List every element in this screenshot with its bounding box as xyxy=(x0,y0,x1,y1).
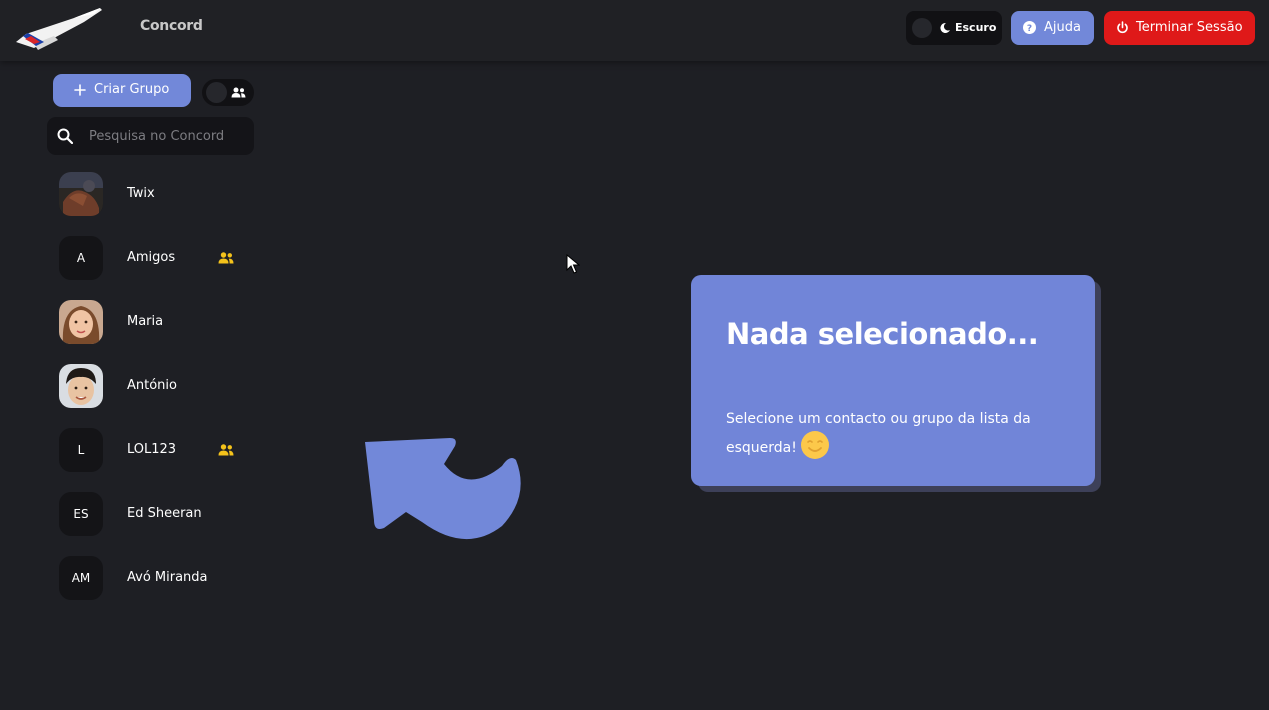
logout-button-label: Terminar Sessão xyxy=(1136,20,1243,35)
users-icon xyxy=(231,87,246,98)
contact-name: Amigos xyxy=(127,250,176,265)
question-circle-icon: ? xyxy=(1023,21,1036,34)
avatar: A xyxy=(59,236,103,280)
wink-emoji-icon xyxy=(800,431,829,459)
contact-item-avo-miranda[interactable]: AM Avó Miranda xyxy=(59,556,259,600)
contact-item-maria[interactable]: Maria xyxy=(59,300,259,344)
create-group-label: Criar Grupo xyxy=(94,82,170,97)
contact-item-twix[interactable]: Twix xyxy=(59,172,259,216)
search-bar xyxy=(47,117,254,155)
empty-state-title: Nada selecionado... xyxy=(726,317,1039,351)
svg-text:?: ? xyxy=(1027,24,1032,34)
create-group-button[interactable]: Criar Grupo xyxy=(53,74,191,107)
app-title: Concord xyxy=(140,18,203,34)
contact-item-amigos[interactable]: A Amigos xyxy=(59,236,259,280)
contact-name: Twix xyxy=(127,186,155,201)
curved-arrow-icon xyxy=(365,438,521,540)
contact-name: Avó Miranda xyxy=(127,570,208,585)
theme-toggle[interactable]: Escuro xyxy=(906,11,1002,45)
avatar xyxy=(59,300,103,344)
avatar: AM xyxy=(59,556,103,600)
help-button[interactable]: ? Ajuda xyxy=(1011,11,1094,45)
empty-state-card: Nada selecionado... Selecione um contact… xyxy=(691,275,1095,486)
moon-icon xyxy=(940,22,950,33)
group-filter-knob[interactable] xyxy=(206,82,227,103)
contact-name: LOL123 xyxy=(127,442,177,457)
help-button-label: Ajuda xyxy=(1044,20,1081,35)
contact-name: Ed Sheeran xyxy=(127,506,202,521)
contact-item-ed-sheeran[interactable]: ES Ed Sheeran xyxy=(59,492,259,536)
contact-name: António xyxy=(127,378,177,393)
theme-toggle-knob[interactable] xyxy=(912,18,932,38)
avatar xyxy=(59,172,103,216)
avatar xyxy=(59,364,103,408)
power-icon xyxy=(1117,21,1128,34)
antonio-photo-avatar xyxy=(59,364,103,408)
contact-name: Maria xyxy=(127,314,164,329)
top-bar: Concord Escuro ? Ajuda Terminar Sessão xyxy=(0,0,1269,61)
plus-icon xyxy=(74,84,86,96)
avatar: ES xyxy=(59,492,103,536)
group-filter-toggle[interactable] xyxy=(202,79,254,106)
empty-state-message-text: Selecione um contacto ou grupo da lista … xyxy=(726,411,1031,456)
theme-toggle-label: Escuro xyxy=(955,21,997,34)
avatar: L xyxy=(59,428,103,472)
contact-item-lol123[interactable]: L LOL123 xyxy=(59,428,259,472)
concorde-logo[interactable] xyxy=(14,4,104,54)
group-icon xyxy=(218,252,234,264)
empty-state-message: Selecione um contacto ou grupo da lista … xyxy=(726,409,1076,460)
search-input[interactable] xyxy=(89,117,249,155)
mouse-cursor-icon xyxy=(566,254,580,274)
maria-photo-avatar xyxy=(59,300,103,344)
search-icon xyxy=(57,128,73,144)
group-icon xyxy=(218,444,234,456)
twix-photo-avatar xyxy=(59,172,103,216)
contact-item-antonio[interactable]: António xyxy=(59,364,259,408)
logout-button[interactable]: Terminar Sessão xyxy=(1104,11,1255,45)
